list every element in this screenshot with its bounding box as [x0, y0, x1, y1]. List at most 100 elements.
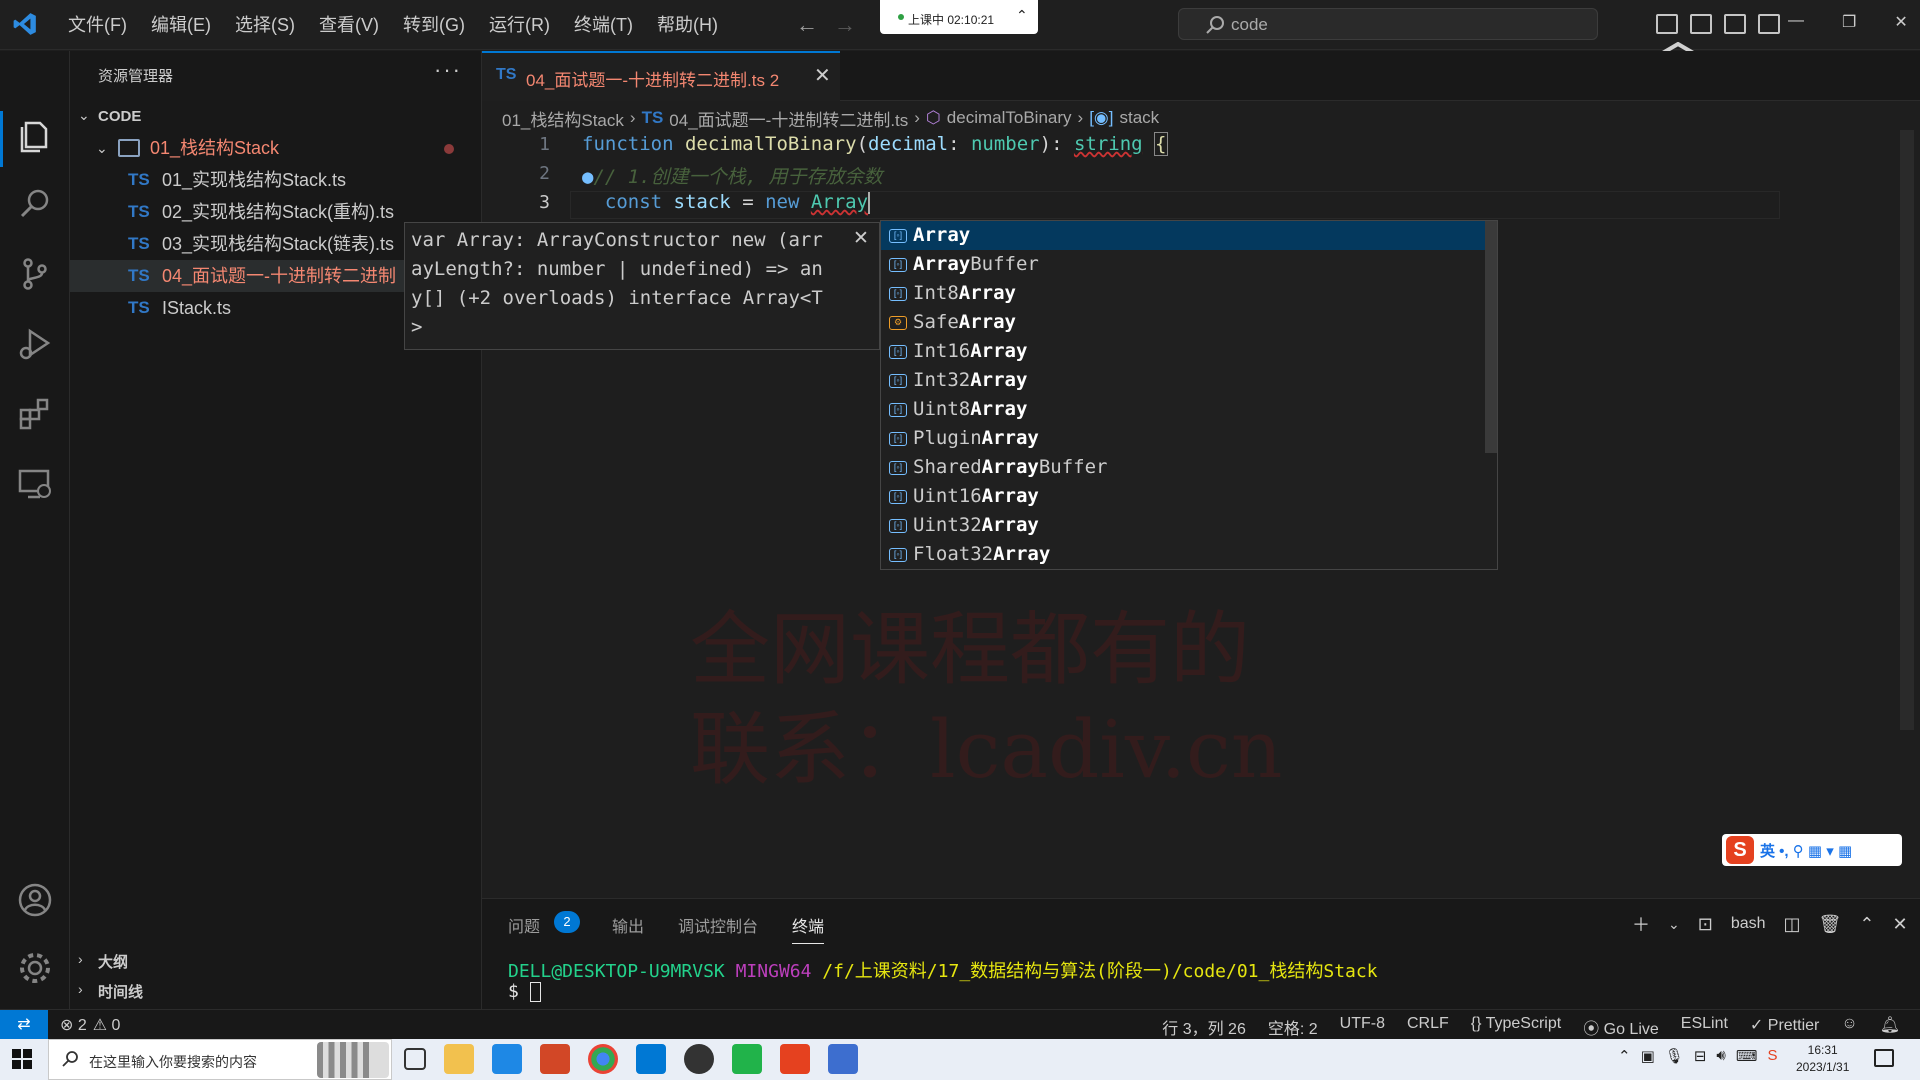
suggestion-item[interactable]: [◦] Float32Array	[881, 540, 1485, 569]
calculator-icon[interactable]	[828, 1044, 858, 1074]
vscode-taskbar-icon[interactable]	[636, 1044, 666, 1074]
notifications-bell-icon[interactable]: 🔔︎	[1880, 1015, 1900, 1039]
editor-scrollbar[interactable]	[1900, 130, 1914, 730]
file-explorer-icon[interactable]	[444, 1044, 474, 1074]
remote-explorer-icon[interactable]	[16, 465, 54, 503]
menu-run[interactable]: 运行(R)	[477, 0, 562, 50]
close-hover-icon[interactable]: ✕	[853, 227, 869, 250]
cursor-position[interactable]: 行 3，列 26	[1162, 1015, 1246, 1039]
chrome-icon[interactable]	[588, 1044, 618, 1074]
menu-view[interactable]: 查看(V)	[307, 0, 391, 50]
close-tab-icon[interactable]: ✕	[814, 63, 831, 88]
toggle-sidebar-icon[interactable]	[1656, 14, 1678, 34]
timeline-section[interactable]: › 时间线	[70, 975, 482, 1005]
suggestion-item[interactable]: [◦] Uint16Array	[881, 482, 1485, 511]
source-control-icon[interactable]	[16, 255, 54, 293]
taskbar-search[interactable]: 在这里输入你要搜索的内容	[48, 1039, 392, 1080]
prettier-status[interactable]: ✓ Prettier	[1750, 1015, 1819, 1039]
maximize-panel-icon[interactable]: ⌃	[1859, 914, 1874, 935]
tab-terminal[interactable]: 终端	[792, 913, 825, 944]
powerpoint-icon[interactable]	[540, 1044, 570, 1074]
tray-app-icon[interactable]: ▣	[1641, 1047, 1655, 1065]
menu-file[interactable]: 文件(F)	[56, 0, 139, 50]
chevron-up-icon[interactable]: ⌃	[1016, 7, 1028, 24]
windows-start-icon[interactable]	[12, 1049, 32, 1069]
suggestion-item[interactable]: [◦] Array	[881, 221, 1485, 250]
green-app-icon[interactable]	[732, 1044, 762, 1074]
split-terminal-icon[interactable]: ◫	[1784, 914, 1801, 935]
menu-help[interactable]: 帮助(H)	[645, 0, 730, 50]
suggestion-item[interactable]: [◦] Uint8Array	[881, 395, 1485, 424]
lightbulb-icon[interactable]: ●	[582, 166, 593, 188]
breadcrumb-variable[interactable]: stack	[1119, 108, 1159, 128]
suggestion-item[interactable]: ⚙ SafeArray	[881, 308, 1485, 337]
task-view-icon[interactable]	[404, 1048, 426, 1070]
account-icon[interactable]	[16, 881, 54, 919]
settings-gear-icon[interactable]	[16, 949, 54, 987]
warnings-count[interactable]: ⚠ 0	[93, 1015, 121, 1035]
language-mode[interactable]: {} TypeScript	[1471, 1015, 1561, 1039]
back-arrow-icon[interactable]: ←	[796, 12, 818, 38]
tray-expand-icon[interactable]: ⌃	[1618, 1047, 1631, 1065]
suggestion-item[interactable]: [◦] Int32Array	[881, 366, 1485, 395]
keyboard-layout-icon[interactable]: ⌨	[1736, 1047, 1758, 1065]
menu-selection[interactable]: 选择(S)	[223, 0, 307, 50]
toggle-secondary-sidebar-icon[interactable]	[1724, 14, 1746, 34]
suggest-scrollbar[interactable]	[1485, 221, 1497, 453]
suggestion-item[interactable]: [◦] Uint32Array	[881, 511, 1485, 540]
outline-section[interactable]: › 大纲	[70, 945, 482, 975]
go-live-button[interactable]: ⦿ Go Live	[1583, 1015, 1659, 1039]
editor-tab-active[interactable]: TS 04_面试题一-十进制转二进制.ts 2 ✕	[482, 51, 840, 101]
menu-terminal[interactable]: 终端(T)	[562, 0, 645, 50]
run-debug-icon[interactable]	[16, 325, 54, 363]
taskbar-clock[interactable]: 16:31 2023/1/31	[1796, 1042, 1849, 1076]
customize-layout-icon[interactable]	[1758, 14, 1780, 34]
tree-folder-stack[interactable]: ⌄ 01_栈结构Stack	[70, 132, 482, 164]
breadcrumb-file[interactable]: 04_面试题一-十进制转二进制.ts	[669, 106, 908, 131]
eslint-status[interactable]: ESLint	[1681, 1015, 1728, 1039]
trash-icon[interactable]: 🗑	[1819, 914, 1842, 935]
class-timer-badge[interactable]: 上课中 02:10:21 ⌃	[880, 0, 1038, 34]
suggestion-item[interactable]: [◦] Int16Array	[881, 337, 1485, 366]
ime-toolbar[interactable]: S 英 •, ⚲ ▦ ▾ ▦	[1722, 834, 1902, 866]
chevron-down-icon[interactable]: ⌄	[1668, 916, 1680, 933]
network-icon[interactable]: ⊟	[1694, 1047, 1707, 1065]
avatar-app-icon[interactable]	[684, 1044, 714, 1074]
code-line-1[interactable]: function decimalToBinary(decimal: number…	[582, 132, 1168, 156]
errors-count[interactable]: ⊗ 2	[60, 1015, 87, 1035]
suggestion-item[interactable]: [◦] SharedArrayBuffer	[881, 453, 1485, 482]
shell-name[interactable]: bash	[1731, 915, 1766, 933]
search-icon[interactable]	[16, 185, 54, 223]
remote-indicator-icon[interactable]: ⇄	[0, 1010, 48, 1040]
forward-arrow-icon[interactable]: →	[834, 12, 856, 38]
toggle-panel-icon[interactable]	[1690, 14, 1712, 34]
menu-go[interactable]: 转到(G)	[391, 0, 477, 50]
suggestion-item[interactable]: [◦] PluginArray	[881, 424, 1485, 453]
tab-debug-console[interactable]: 调试控制台	[678, 913, 758, 937]
close-window-icon[interactable]: ✕	[1894, 12, 1907, 32]
workspace-section-header[interactable]: ⌄ CODE	[70, 103, 482, 131]
feedback-icon[interactable]: ☺	[1841, 1015, 1857, 1039]
new-terminal-icon[interactable]: ＋	[1632, 911, 1650, 937]
code-line-2[interactable]: ●// 1.创建一个栈, 用于存放余数	[582, 162, 883, 189]
feishu-icon[interactable]	[492, 1044, 522, 1074]
explorer-icon[interactable]	[16, 115, 54, 153]
suggestion-item[interactable]: [◦] Int8Array	[881, 279, 1485, 308]
microphone-icon[interactable]: 🎙︎	[1665, 1047, 1684, 1065]
breadcrumb-function[interactable]: decimalToBinary	[947, 108, 1072, 128]
minimize-icon[interactable]: —	[1788, 12, 1804, 32]
extensions-icon[interactable]	[16, 395, 54, 433]
action-center-icon[interactable]	[1874, 1049, 1894, 1067]
indentation[interactable]: 空格: 2	[1268, 1015, 1318, 1039]
tab-problems[interactable]: 问题	[508, 913, 540, 937]
tab-output[interactable]: 输出	[612, 913, 644, 937]
terminal-input-line[interactable]: $	[508, 981, 541, 1002]
restore-icon[interactable]: ❐	[1842, 12, 1856, 32]
command-center[interactable]: code	[1178, 8, 1598, 40]
end-of-line[interactable]: CRLF	[1407, 1015, 1449, 1039]
close-panel-icon[interactable]: ✕	[1893, 914, 1908, 935]
suggestion-item[interactable]: [◦] ArrayBuffer	[881, 250, 1485, 279]
volume-icon[interactable]: 🔊︎	[1716, 1047, 1725, 1065]
menu-edit[interactable]: 编辑(E)	[139, 0, 223, 50]
breadcrumb-folder[interactable]: 01_栈结构Stack	[502, 106, 624, 131]
